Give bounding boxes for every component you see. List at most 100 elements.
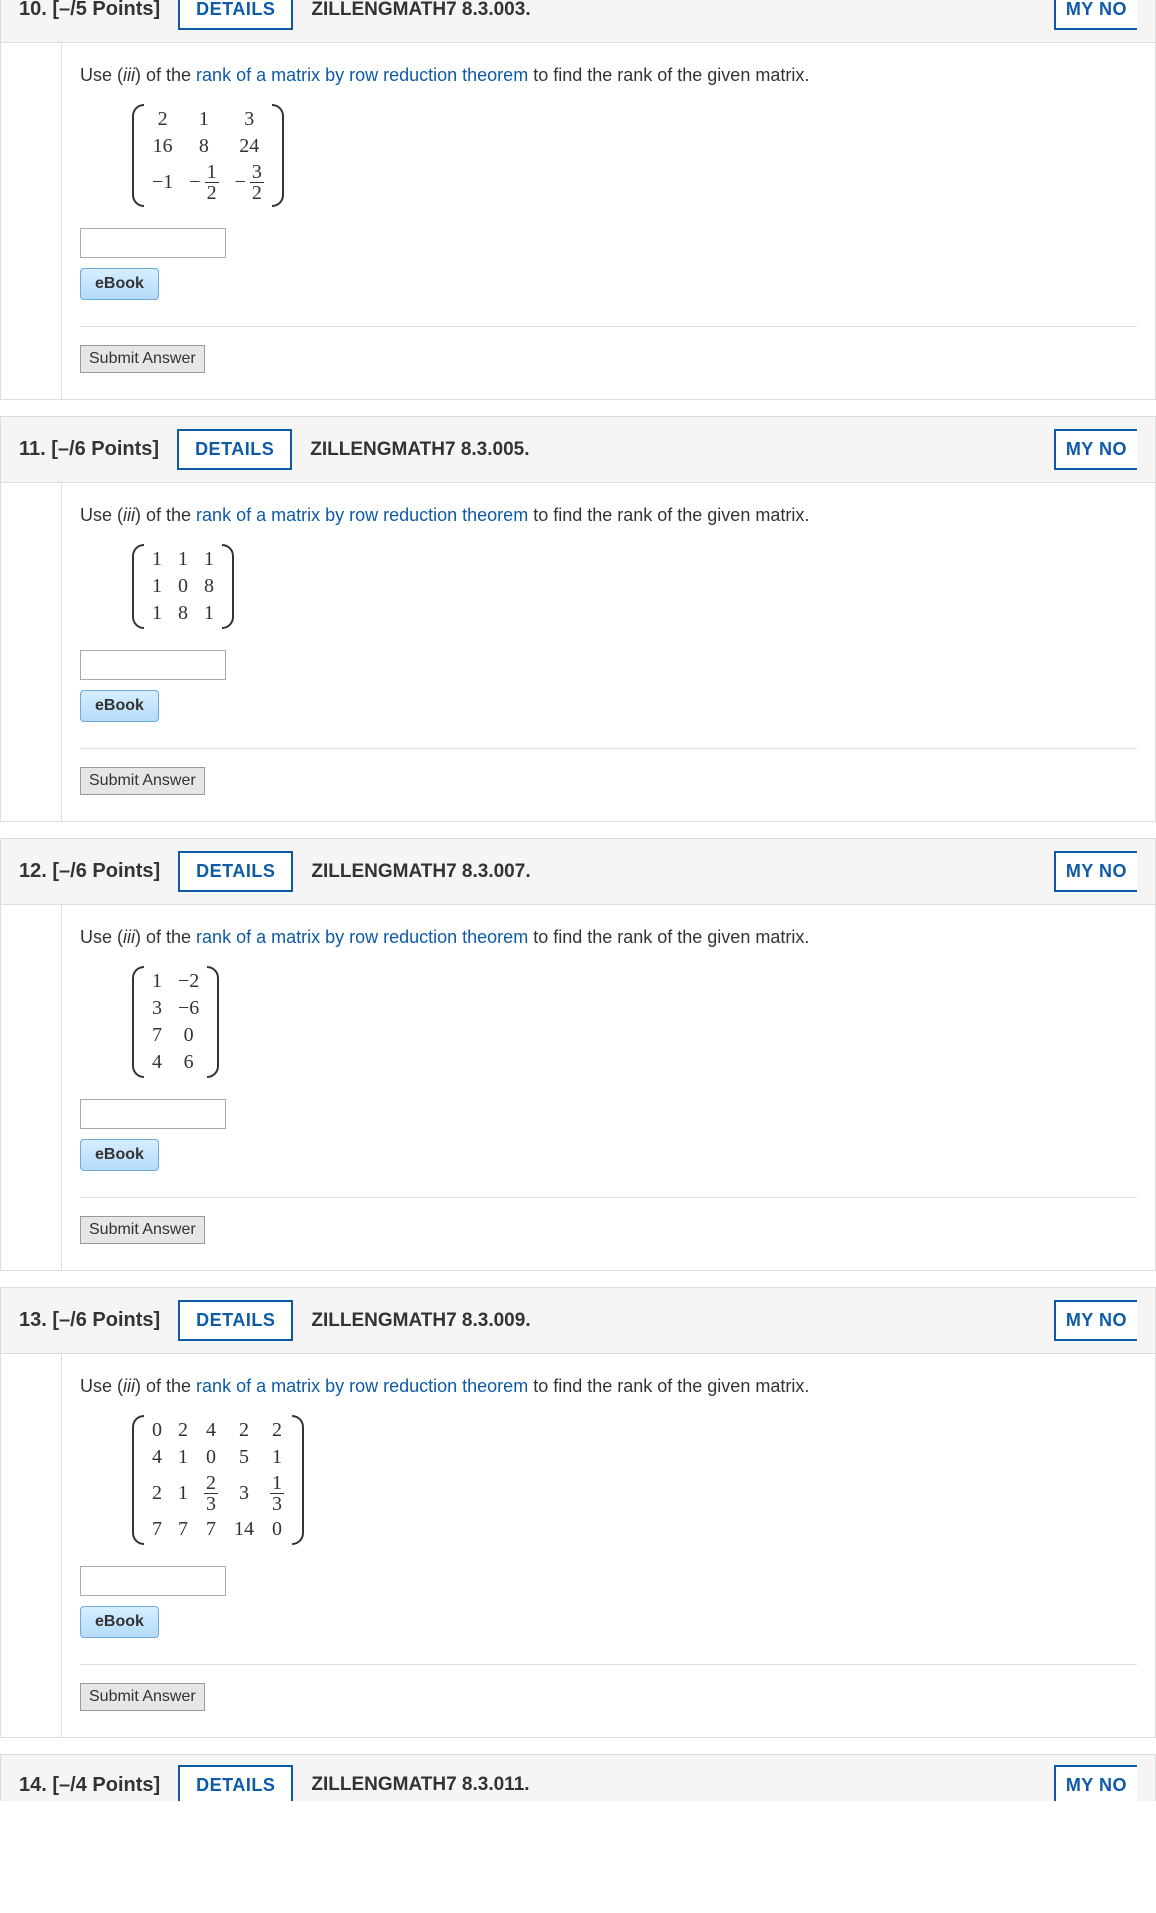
matrix-cell: 3 [239,1482,249,1505]
matrix-cell: 2 [158,108,168,131]
matrix-cell: 8 [199,135,209,158]
submit-row: Submit Answer [80,326,1137,373]
question-prompt: Use (iii) of the rank of a matrix by row… [80,927,1137,948]
matrix-cell: 0 [184,1024,194,1047]
submit-answer-button[interactable]: Submit Answer [80,767,205,795]
matrix-cell: 4 [206,1419,216,1442]
question-prompt: Use (iii) of the rank of a matrix by row… [80,505,1137,526]
details-button[interactable]: DETAILS [177,429,292,470]
theorem-link[interactable]: rank of a matrix by row reduction theore… [196,927,528,947]
question-prompt: Use (iii) of the rank of a matrix by row… [80,1376,1137,1397]
matrix: 02422410512123313777140 [130,1413,306,1547]
question-number: 14. [–/4 Points] [19,1774,160,1797]
matrix-cell: 23 [204,1473,218,1514]
question-body: Use (iii) of the rank of a matrix by row… [61,43,1155,399]
my-notes-button[interactable]: MY NO [1054,0,1137,30]
matrix-display: 02422410512123313777140 [130,1413,306,1552]
matrix-cell: 1 [204,548,214,571]
paren-left-icon [130,542,144,631]
matrix-cell: 1 [178,1446,188,1469]
matrix-cell: 16 [153,135,173,158]
answer-input[interactable] [80,650,226,680]
matrix-cell: 1 [272,1446,282,1469]
question-number: 13. [–/6 Points] [19,1309,160,1332]
matrix-cell: 1 [152,970,162,993]
details-button[interactable]: DETAILS [178,1765,293,1802]
question-header: 14. [–/4 Points] DETAILS ZILLENGMATH7 8.… [0,1754,1156,1801]
matrix-cell: 5 [239,1446,249,1469]
matrix-cell: 0 [206,1446,216,1469]
matrix-cell: 0 [152,1419,162,1442]
question-body: Use (iii) of the rank of a matrix by row… [61,483,1155,821]
answer-input[interactable] [80,1566,226,1596]
matrix: 111108181 [130,542,236,631]
answer-input[interactable] [80,1099,226,1129]
question-source: ZILLENGMATH7 8.3.011. [311,1774,529,1796]
matrix-cell: −32 [235,162,264,203]
submit-row: Submit Answer [80,1664,1137,1711]
submit-answer-button[interactable]: Submit Answer [80,1216,205,1244]
theorem-link[interactable]: rank of a matrix by row reduction theore… [196,65,528,85]
question-block: 11. [–/6 Points] DETAILS ZILLENGMATH7 8.… [0,416,1156,822]
question-number: 12. [–/6 Points] [19,860,160,883]
matrix-cell: 24 [239,135,259,158]
submit-answer-button[interactable]: Submit Answer [80,1683,205,1711]
my-notes-button[interactable]: MY NO [1054,851,1137,892]
submit-answer-button[interactable]: Submit Answer [80,345,205,373]
matrix-cell: 4 [152,1051,162,1074]
paren-right-icon [292,1413,306,1547]
matrix-grid: 111108181 [144,542,222,631]
question-block: 10. [–/5 Points] DETAILS ZILLENGMATH7 8.… [0,0,1156,400]
matrix-cell: 2 [272,1419,282,1442]
question-source: ZILLENGMATH7 8.3.005. [310,439,529,461]
question-body: Use (iii) of the rank of a matrix by row… [61,1354,1155,1737]
theorem-link[interactable]: rank of a matrix by row reduction theore… [196,505,528,525]
ebook-button[interactable]: eBook [80,1606,159,1638]
matrix-cell: 3 [152,997,162,1020]
question-block: 12. [–/6 Points] DETAILS ZILLENGMATH7 8.… [0,838,1156,1271]
matrix-cell: 14 [234,1518,254,1541]
question-number: 11. [–/6 Points] [19,438,159,461]
details-button[interactable]: DETAILS [178,1300,293,1341]
ebook-button[interactable]: eBook [80,690,159,722]
paren-left-icon [130,102,144,209]
details-button[interactable]: DETAILS [178,0,293,30]
question-block: 13. [–/6 Points] DETAILS ZILLENGMATH7 8.… [0,1287,1156,1738]
matrix-cell: 0 [272,1518,282,1541]
paren-left-icon [130,964,144,1080]
ebook-button[interactable]: eBook [80,268,159,300]
theorem-link[interactable]: rank of a matrix by row reduction theore… [196,1376,528,1396]
matrix-cell: 8 [178,602,188,625]
matrix: 1−23−67046 [130,964,221,1080]
matrix-cell: 1 [178,1482,188,1505]
question-source: ZILLENGMATH7 8.3.003. [311,0,530,21]
paren-right-icon [207,964,221,1080]
submit-row: Submit Answer [80,748,1137,795]
matrix-cell: 8 [204,575,214,598]
ebook-button[interactable]: eBook [80,1139,159,1171]
matrix-display: 21316824−1−12−32 [130,102,286,214]
question-number: 10. [–/5 Points] [19,0,160,21]
my-notes-button[interactable]: MY NO [1054,1765,1137,1802]
matrix-cell: 3 [244,108,254,131]
question-body: Use (iii) of the rank of a matrix by row… [61,905,1155,1270]
matrix-display: 1−23−67046 [130,964,221,1085]
matrix-cell: 7 [152,1518,162,1541]
details-button[interactable]: DETAILS [178,851,293,892]
answer-input[interactable] [80,228,226,258]
matrix-grid: 1−23−67046 [144,964,207,1080]
submit-row: Submit Answer [80,1197,1137,1244]
matrix-cell: −1 [152,171,173,194]
matrix-cell: 1 [178,548,188,571]
matrix-cell: 2 [152,1482,162,1505]
matrix-cell: 0 [178,575,188,598]
my-notes-button[interactable]: MY NO [1054,1300,1137,1341]
paren-right-icon [222,542,236,631]
matrix: 21316824−1−12−32 [130,102,286,209]
question-header: 11. [–/6 Points] DETAILS ZILLENGMATH7 8.… [1,417,1155,483]
matrix-cell: 7 [152,1024,162,1047]
matrix-cell: 1 [152,575,162,598]
question-source: ZILLENGMATH7 8.3.009. [311,1310,530,1332]
my-notes-button[interactable]: MY NO [1054,429,1137,470]
question-header: 13. [–/6 Points] DETAILS ZILLENGMATH7 8.… [1,1288,1155,1354]
